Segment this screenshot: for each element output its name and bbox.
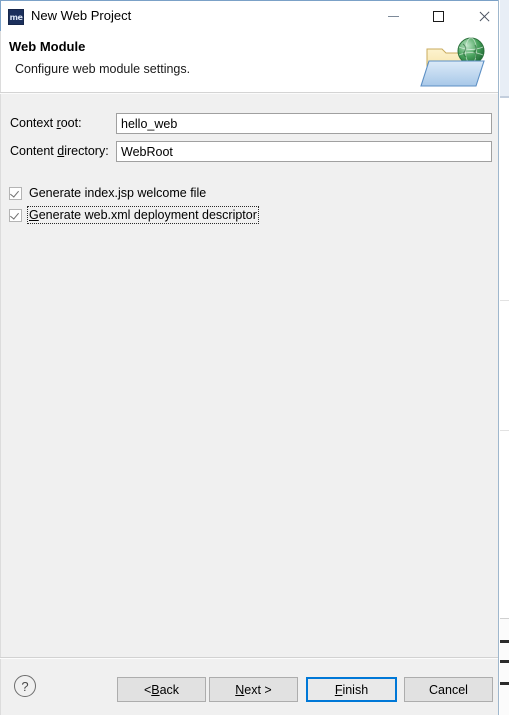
check-icon [10, 187, 19, 198]
content-directory-input[interactable] [116, 141, 492, 162]
window-title: New Web Project [31, 8, 132, 23]
button-bar: ? < Back Next > Finish Cancel [0, 659, 498, 715]
content-directory-row: Content directory: [10, 141, 492, 163]
title-bar[interactable]: me New Web Project [0, 0, 498, 31]
page-title: Web Module [9, 39, 86, 54]
background-window-sliver [500, 0, 509, 715]
generate-web-xml-label: Generate web.xml deployment descriptor [27, 206, 259, 224]
close-icon [477, 10, 490, 23]
page-description: Configure web module settings. [15, 62, 191, 76]
back-button-before: < [143, 682, 152, 697]
check-icon [10, 209, 19, 220]
next-button-after: ext > [244, 682, 272, 697]
context-root-label-before: Context [10, 116, 57, 130]
folder-globe-icon [420, 37, 485, 87]
myeclipse-icon: me [8, 9, 24, 25]
back-button[interactable]: < Back [117, 677, 206, 702]
back-button-mnemonic: B [151, 682, 160, 697]
generate-index-jsp-checkbox-row[interactable]: Generate index.jsp welcome file [9, 184, 207, 202]
generate-web-xml-checkbox-row[interactable]: Generate web.xml deployment descriptor [9, 206, 259, 224]
close-button[interactable] [461, 1, 498, 31]
back-button-after: ack [159, 682, 180, 697]
myeclipse-icon-text: me [9, 12, 23, 22]
new-web-project-dialog: me New Web Project Web Module Configure … [0, 0, 499, 715]
content-directory-label-after: irectory: [64, 144, 109, 158]
cancel-button-before: Cancel [429, 682, 468, 697]
wizard-body: Context root: Content directory: Generat… [0, 94, 498, 657]
finish-button-after: inish [342, 682, 369, 697]
maximize-button[interactable] [416, 1, 461, 31]
minimize-icon [388, 15, 399, 17]
content-directory-label: Content directory: [10, 144, 109, 158]
cancel-button[interactable]: Cancel [404, 677, 493, 702]
finish-button[interactable]: Finish [306, 677, 397, 702]
next-button[interactable]: Next > [209, 677, 298, 702]
generate-web-xml-label-mnemonic: G [29, 208, 39, 222]
generate-web-xml-checkbox[interactable] [9, 208, 22, 222]
generate-index-jsp-label-after: Generate index.jsp welcome file [29, 186, 207, 200]
generate-index-jsp-checkbox[interactable] [9, 186, 22, 200]
finish-button-mnemonic: F [334, 682, 343, 697]
content-directory-label-before: Content [10, 144, 58, 158]
wizard-header: Web Module Configure web module settings… [0, 31, 498, 93]
help-button[interactable]: ? [14, 675, 36, 697]
generate-web-xml-label-after: enerate web.xml deployment descriptor [38, 208, 257, 222]
help-icon: ? [21, 678, 29, 694]
context-root-label: Context root: [10, 116, 82, 130]
context-root-row: Context root: [10, 113, 492, 135]
generate-index-jsp-label: Generate index.jsp welcome file [28, 185, 207, 201]
context-root-input[interactable] [116, 113, 492, 134]
next-button-mnemonic: N [235, 682, 245, 697]
context-root-label-after: oot: [60, 116, 82, 130]
maximize-icon [433, 10, 444, 22]
minimize-button[interactable] [371, 1, 416, 31]
